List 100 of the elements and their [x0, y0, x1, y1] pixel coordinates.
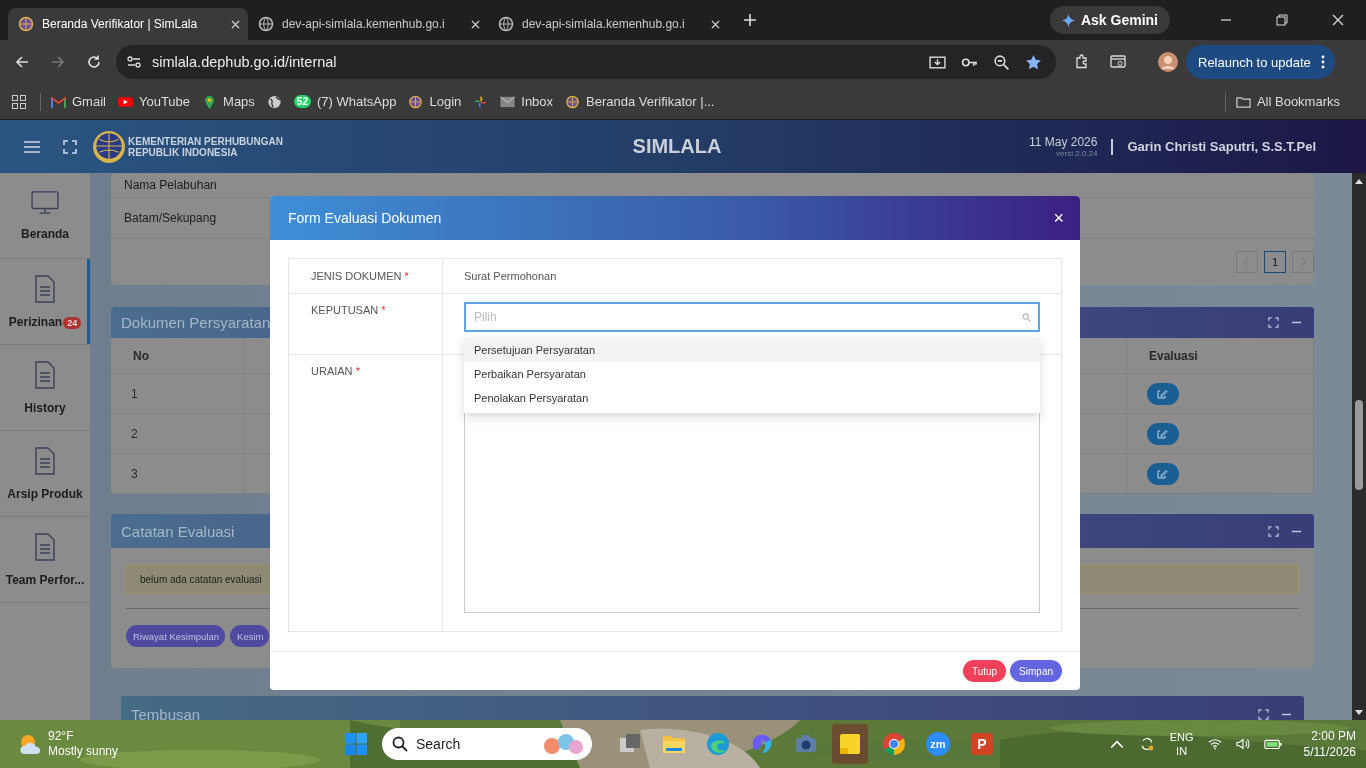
extensions-icon[interactable]	[1074, 54, 1090, 71]
weather-label: Mostly sunny	[48, 744, 119, 759]
chevron-up-icon[interactable]	[1109, 738, 1124, 750]
site-info-icon[interactable]	[126, 54, 142, 71]
select-field[interactable]: Pilih	[464, 302, 1040, 332]
save-button[interactable]: Simpan	[1010, 660, 1062, 682]
more-icon	[1320, 55, 1325, 70]
bookmark[interactable]: 52 (7) WhatsApp	[293, 94, 397, 110]
gemini-button[interactable]: Ask Gemini	[1049, 6, 1170, 34]
taskbar-button[interactable]	[832, 724, 868, 764]
field-label: KEPUTUSAN *	[311, 304, 386, 316]
table-cell: Nama Pelabuhan	[124, 178, 217, 192]
globe-icon	[18, 16, 34, 32]
plus-icon[interactable]	[744, 14, 756, 26]
folder-icon	[1235, 94, 1251, 109]
bookmark[interactable]: Maps	[202, 94, 255, 110]
sticky-note-icon	[838, 732, 862, 756]
envelope-icon	[500, 94, 516, 109]
logo-icon	[92, 129, 126, 164]
browser-tab[interactable]: dev-api-simlala.kemenhub.go.i	[248, 8, 488, 40]
close-button[interactable]: ×	[1049, 207, 1068, 229]
bookmark[interactable]: Login	[408, 94, 462, 110]
reload-icon[interactable]	[86, 54, 102, 71]
user-name: Garin Christi Saputri, S.S.T.Pel	[1127, 139, 1316, 154]
card-title: Catatan Evaluasi	[121, 522, 235, 540]
globe-icon	[258, 16, 274, 32]
avatar-icon[interactable]	[1158, 52, 1178, 73]
fullscreen-icon[interactable]	[1268, 317, 1279, 328]
mail-logo-icon	[51, 94, 66, 109]
document-icon	[35, 360, 55, 389]
history-button[interactable]: Riwayat Kesimpulan	[126, 625, 226, 647]
card-title: Tembusan	[131, 705, 201, 720]
table-cell: Batam/Sekupang	[124, 211, 217, 225]
volume-icon[interactable]	[1235, 738, 1250, 750]
dropdown-option[interactable]: Penolakan Persyaratan	[464, 386, 1040, 410]
monitor-icon	[31, 190, 59, 215]
swirl-icon	[750, 732, 774, 756]
card-title: Dokumen Persyaratan	[121, 314, 271, 331]
document-icon	[35, 274, 55, 303]
page-button[interactable]: 1	[1264, 251, 1286, 273]
browser-tab[interactable]: dev-api-simlala.kemenhub.go.i	[488, 8, 728, 40]
taskbar-button[interactable]: P	[964, 724, 1000, 764]
fullscreen-icon[interactable]	[1258, 708, 1269, 720]
dropdown-option[interactable]: Persetujuan Persyaratan	[464, 338, 1040, 362]
temperature: 92°F	[48, 729, 75, 744]
browser-icon	[706, 732, 730, 756]
column-header: Evaluasi	[1127, 338, 1314, 373]
table-cell: 3	[111, 454, 245, 493]
field-value: Surat Permohonan	[464, 270, 557, 282]
globe-icon	[498, 16, 514, 32]
ministry-name: KEMENTERIAN PERHUBUNGAN	[128, 135, 284, 147]
scrollbar[interactable]	[1352, 173, 1366, 720]
dropdown-option[interactable]: Perbaikan Persyaratan	[464, 362, 1040, 386]
install-icon[interactable]	[929, 53, 946, 71]
clock[interactable]: 2:00 PM 5/11/2026	[1303, 728, 1356, 760]
fullscreen-icon[interactable]	[1268, 525, 1279, 537]
close-icon[interactable]	[231, 19, 240, 29]
play-logo-icon	[117, 94, 133, 109]
browser-tab[interactable]: Beranda Verifikator | SimLala	[8, 8, 248, 40]
app-title: SIMLALA	[632, 135, 722, 157]
column-header: No	[111, 338, 245, 373]
relaunch-button[interactable]: Relaunch to update	[1186, 45, 1335, 80]
sun-cloud-icon[interactable]	[18, 732, 42, 756]
globe-icon	[565, 94, 581, 109]
document-icon	[35, 446, 55, 475]
close-button[interactable]: Tutup	[962, 660, 1007, 682]
bookmark[interactable]: Beranda Verifikator |...	[565, 94, 715, 110]
pinwheel-icon[interactable]	[473, 94, 489, 109]
star-icon[interactable]	[1025, 53, 1042, 71]
bookmark[interactable]: Gmail	[51, 94, 106, 110]
search-field[interactable]: Search	[382, 728, 592, 760]
tab-search-icon[interactable]	[1110, 54, 1126, 71]
table-cell: 1	[111, 374, 245, 413]
ministry-name: REPUBLIK INDONESIA	[128, 146, 239, 158]
zoom-icon[interactable]	[993, 53, 1010, 71]
sparkle-icon	[1061, 13, 1075, 27]
modal-title: Form Evaluasi Dokumen	[288, 210, 442, 226]
close-icon[interactable]	[711, 19, 720, 29]
wifi-icon[interactable]	[1207, 738, 1222, 750]
language-indicator[interactable]: ENG IN	[1169, 730, 1194, 758]
table-cell: 2	[111, 414, 245, 453]
version-label: versi 2.0.24	[1056, 149, 1098, 158]
close-icon[interactable]	[471, 19, 480, 29]
all-bookmarks-button[interactable]: All Bookmarks	[1235, 94, 1340, 110]
bookmark[interactable]: Inbox	[500, 94, 554, 110]
search-icon	[1022, 313, 1031, 322]
bookmark[interactable]: YouTube	[117, 94, 191, 110]
start-icon[interactable]	[344, 732, 368, 756]
address-bar[interactable]: simlala.dephub.go.id/internal	[116, 45, 1056, 80]
browser-icon	[882, 732, 906, 756]
field-label: URAIAN *	[311, 365, 360, 377]
field-label: JENIS DOKUMEN *	[311, 270, 409, 282]
apps-grid-icon[interactable]	[12, 94, 26, 109]
fullscreen-icon[interactable]	[62, 139, 78, 154]
history-button[interactable]: Kesim	[230, 625, 270, 647]
menu-icon[interactable]	[24, 139, 40, 154]
search-icon	[392, 736, 408, 752]
restore-icon[interactable]	[1276, 14, 1288, 26]
globe-icon[interactable]	[266, 94, 282, 109]
close-icon[interactable]	[1332, 14, 1344, 26]
